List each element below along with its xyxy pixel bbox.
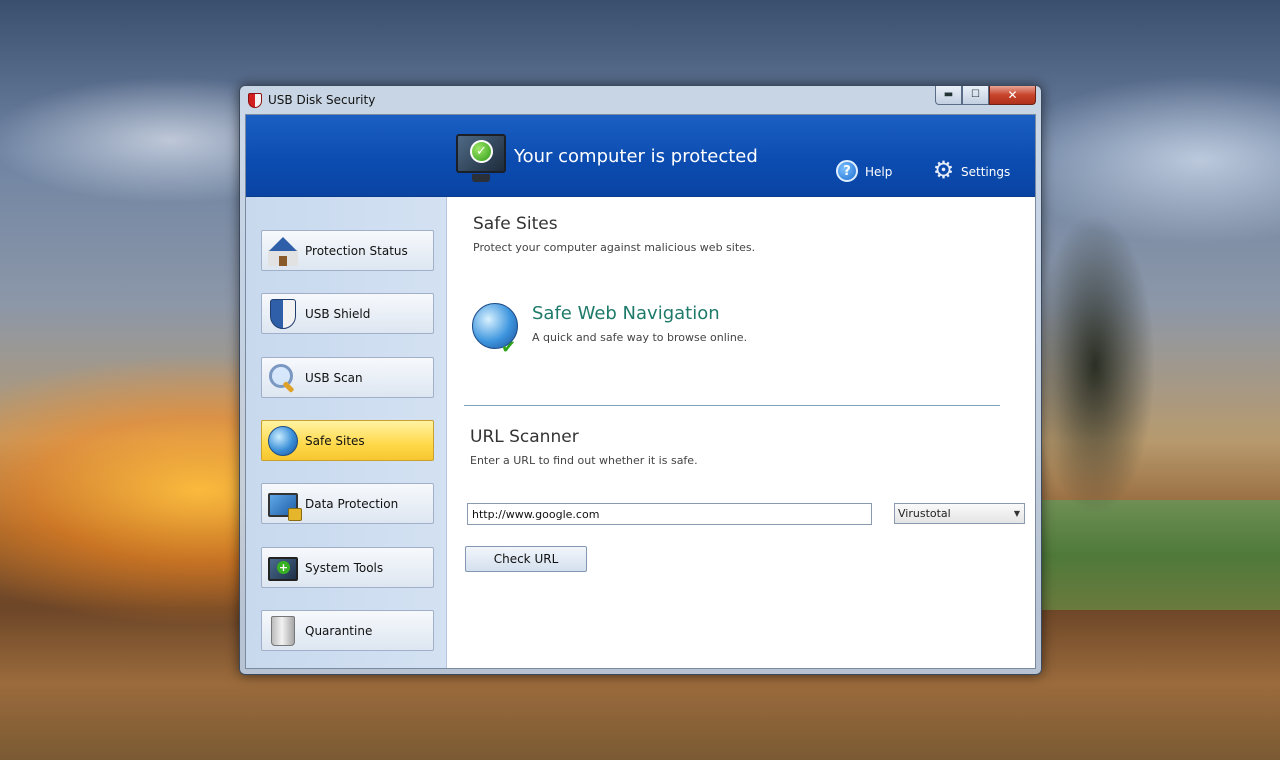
page-title: Safe Sites	[473, 214, 558, 234]
check-icon: ✓	[470, 140, 493, 163]
check-url-button[interactable]: Check URL	[465, 546, 587, 572]
monitor-tools-icon	[268, 556, 298, 581]
sidebar-item-usb-shield[interactable]: USB Shield	[261, 293, 434, 334]
sidebar-item-label: System Tools	[305, 560, 384, 575]
sidebar-item-label: Protection Status	[305, 243, 408, 258]
header-banner: ✓ Your computer is protected ? Help ⚙ Se…	[246, 115, 1035, 197]
check-mark-icon: ✔	[501, 337, 517, 358]
sidebar-item-label: Data Protection	[305, 496, 399, 511]
sidebar-item-label: USB Scan	[305, 370, 363, 385]
safe-web-navigation-link[interactable]: Safe Web Navigation	[532, 303, 720, 324]
sidebar-item-quarantine[interactable]: Quarantine	[261, 610, 434, 651]
chevron-down-icon: ▼	[1013, 509, 1020, 518]
shield-icon	[270, 298, 296, 329]
url-scanner-description: Enter a URL to find out whether it is sa…	[470, 454, 698, 467]
scan-service-select[interactable]: Virustotal ▼	[894, 503, 1025, 524]
app-shield-icon	[248, 93, 262, 108]
main-content: Safe Sites Protect your computer against…	[448, 197, 1035, 668]
section-divider	[464, 405, 1000, 406]
minimize-button[interactable]: ▬	[935, 86, 962, 105]
trash-icon	[271, 615, 295, 646]
maximize-button[interactable]: ☐	[962, 86, 989, 105]
close-button[interactable]: ✕	[989, 86, 1036, 105]
protection-status-text: Your computer is protected	[514, 146, 758, 167]
desktop-tree	[1030, 200, 1160, 530]
sidebar-item-usb-scan[interactable]: USB Scan	[261, 357, 434, 398]
scan-service-value: Virustotal	[898, 507, 951, 520]
window-title: USB Disk Security	[268, 93, 376, 107]
sidebar-item-protection-status[interactable]: Protection Status	[261, 230, 434, 271]
sidebar-item-data-protection[interactable]: Data Protection	[261, 483, 434, 524]
page-description: Protect your computer against malicious …	[473, 241, 756, 254]
window-controls: ▬ ☐ ✕	[935, 86, 1036, 106]
help-icon[interactable]: ?	[836, 160, 858, 182]
sidebar-item-label: Quarantine	[305, 623, 373, 638]
client-area: ✓ Your computer is protected ? Help ⚙ Se…	[245, 114, 1036, 669]
url-input[interactable]	[467, 503, 872, 525]
settings-link[interactable]: Settings	[961, 165, 1010, 179]
url-scanner-title: URL Scanner	[470, 427, 579, 447]
magnifier-icon	[268, 363, 298, 393]
globe-icon	[268, 425, 298, 456]
title-bar[interactable]: USB Disk Security ▬ ☐ ✕	[240, 86, 1041, 114]
app-window: USB Disk Security ▬ ☐ ✕ ✓ Your computer …	[239, 85, 1042, 675]
sidebar-item-safe-sites[interactable]: Safe Sites	[261, 420, 434, 461]
gear-icon[interactable]: ⚙	[931, 158, 956, 183]
sidebar-item-system-tools[interactable]: System Tools	[261, 547, 434, 588]
sidebar-item-label: Safe Sites	[305, 433, 365, 448]
house-icon	[268, 235, 298, 266]
sidebar: Protection Status USB Shield USB Scan Sa…	[246, 197, 447, 668]
protected-monitor-icon: ✓	[456, 134, 506, 182]
safe-web-navigation-description: A quick and safe way to browse online.	[532, 331, 748, 344]
sidebar-item-label: USB Shield	[305, 306, 371, 321]
monitor-lock-icon	[268, 492, 302, 521]
help-link[interactable]: Help	[865, 165, 892, 179]
